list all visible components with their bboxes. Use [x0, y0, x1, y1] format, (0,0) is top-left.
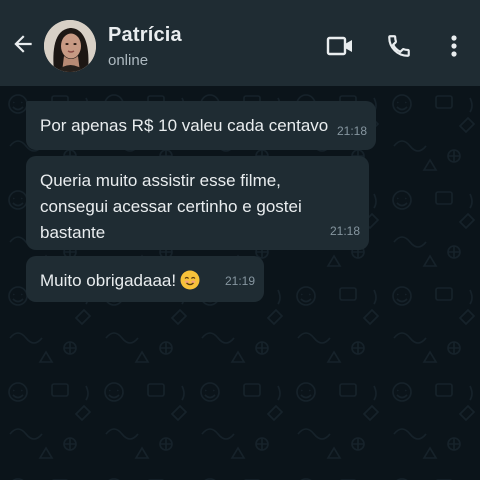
phone-icon	[388, 35, 410, 57]
contact-name[interactable]: Patrícia	[108, 24, 182, 47]
voice-call-button[interactable]	[384, 32, 414, 60]
message-text: Muito obrigadaaa!	[40, 271, 177, 290]
arrow-left-icon	[14, 35, 32, 53]
smiling-face-emoji	[180, 270, 200, 290]
chat-screen: Patrícia online Por apenas R$ 10 valeu c…	[0, 0, 480, 480]
message-bubble[interactable]: Muito obrigadaaa! 21:19	[26, 256, 264, 302]
message-text: Por apenas R$ 10 valeu cada centavo	[40, 116, 329, 135]
more-options-button[interactable]	[440, 32, 468, 60]
message-time: 21:18	[336, 124, 367, 138]
back-button[interactable]	[8, 29, 38, 59]
message-bubble[interactable]: Por apenas R$ 10 valeu cada centavo 21:1…	[26, 101, 376, 150]
video-call-button[interactable]	[325, 32, 355, 60]
video-camera-icon	[326, 36, 352, 56]
message-time: 21:19	[224, 274, 255, 288]
message-text: Queria muito assistir esse filme, conseg…	[40, 171, 302, 242]
more-vertical-icon	[451, 35, 457, 57]
contact-status: online	[108, 52, 149, 69]
message-bubble[interactable]: Queria muito assistir esse filme, conseg…	[26, 156, 369, 250]
chat-header: Patrícia online	[0, 0, 480, 86]
avatar[interactable]	[44, 20, 96, 72]
message-time: 21:18	[329, 224, 360, 238]
